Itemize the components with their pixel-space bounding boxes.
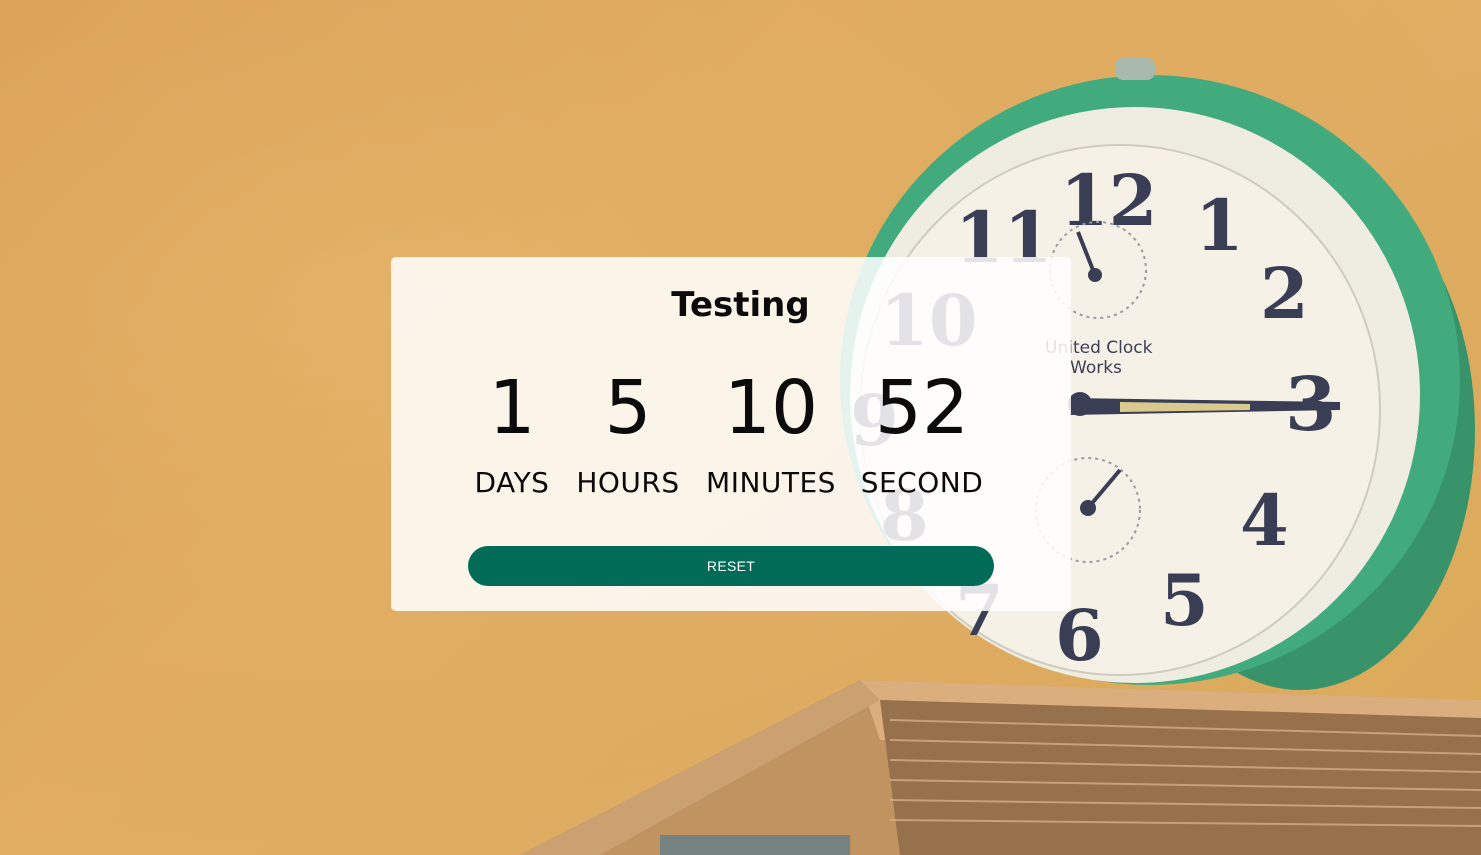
countdown-title: Testing <box>671 285 810 325</box>
countdown-page: 12 1 2 3 4 5 6 7 8 9 10 11 United Clock … <box>0 0 1481 855</box>
seconds-label: SECOND <box>860 466 984 499</box>
minutes-value: 10 <box>723 365 819 451</box>
hours-value: 5 <box>604 365 652 451</box>
days-unit: 1 DAYS <box>470 360 554 500</box>
hours-unit: 5 HOURS <box>572 360 684 500</box>
days-label: DAYS <box>474 466 550 499</box>
days-value: 1 <box>488 365 536 451</box>
minutes-unit: 10 MINUTES <box>700 360 842 500</box>
seconds-unit: 52 SECOND <box>858 360 986 500</box>
minutes-label: MINUTES <box>706 466 836 499</box>
hours-label: HOURS <box>576 466 680 499</box>
seconds-value: 52 <box>874 365 970 451</box>
reset-button[interactable]: RESET <box>468 546 994 586</box>
